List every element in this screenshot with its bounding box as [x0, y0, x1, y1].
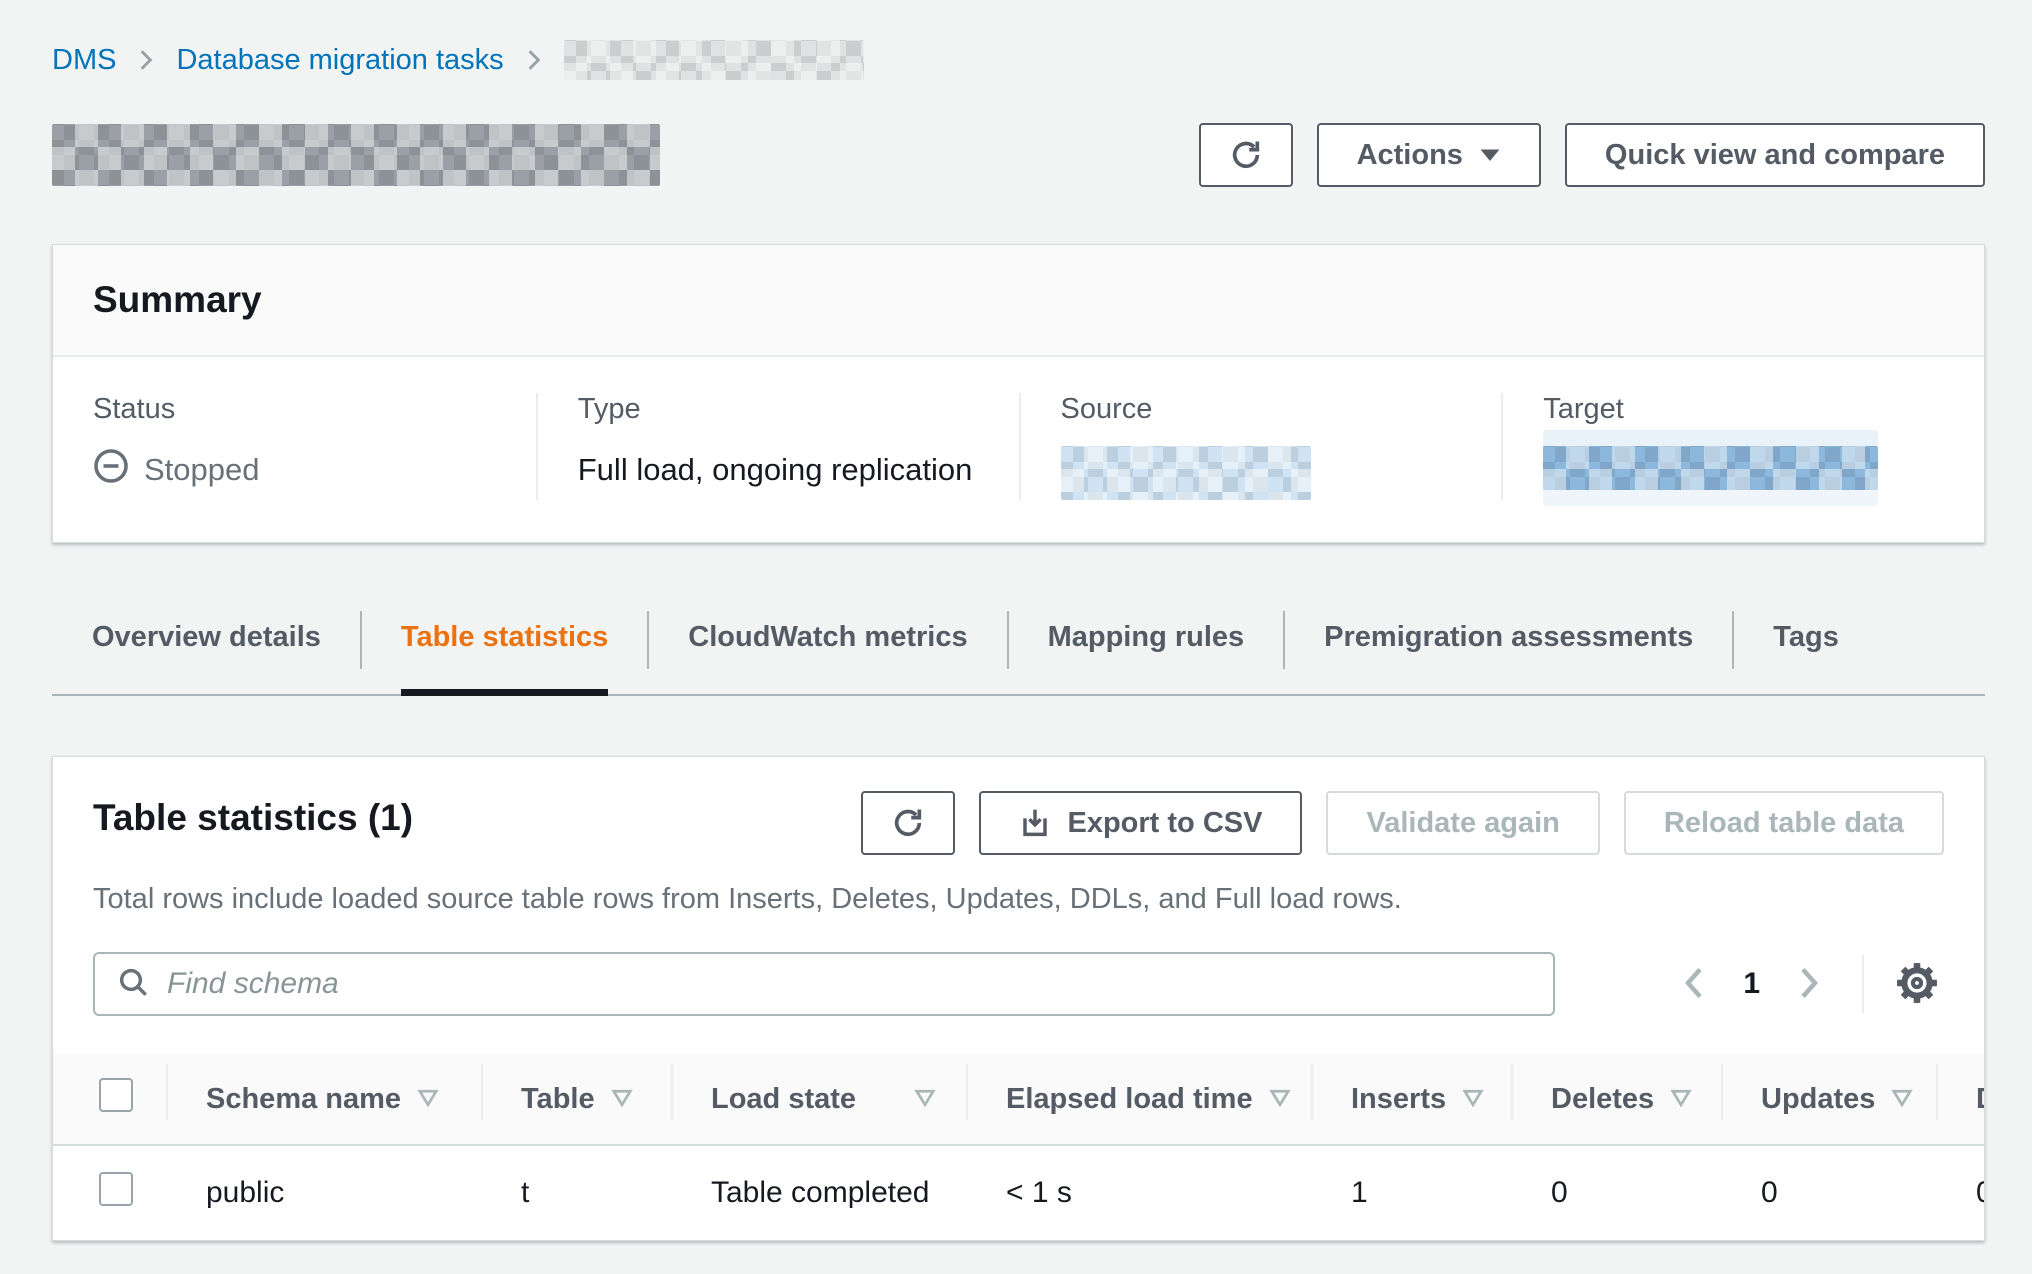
breadcrumb-link-dms[interactable]: DMS: [52, 44, 116, 77]
table-statistics-title: Table statistics (1): [93, 797, 413, 839]
tab-mapping-rules[interactable]: Mapping rules: [1008, 607, 1285, 694]
source-value-redacted[interactable]: [1061, 446, 1311, 500]
breadcrumb-chevron-icon: [524, 48, 544, 72]
cell-load-state: Table completed: [671, 1145, 966, 1240]
summary-field-source: Source: [1019, 393, 1502, 500]
dms-task-page: DMS Database migration tasks Actions: [0, 0, 2032, 1274]
cell-elapsed-load-time: < 1 s: [966, 1145, 1311, 1240]
column-header-elapsed-load-time[interactable]: Elapsed load time: [966, 1054, 1311, 1145]
next-page-button[interactable]: [1786, 959, 1832, 1010]
export-to-csv-button[interactable]: Export to CSV: [979, 791, 1302, 855]
sort-icon[interactable]: [611, 1082, 633, 1115]
cell-updates: 0: [1721, 1145, 1936, 1240]
next-page-icon: [1796, 965, 1822, 1004]
table-statistics-buttons: Export to CSV Validate again Reload tabl…: [861, 791, 1944, 855]
cell-deletes: 0: [1511, 1145, 1721, 1240]
target-value-redacted[interactable]: [1543, 446, 1878, 490]
column-header-table[interactable]: Table: [481, 1054, 671, 1145]
table-toolbar: 1: [53, 952, 1984, 1016]
column-label: Schema name: [206, 1083, 401, 1115]
export-icon: [1019, 807, 1051, 839]
tab-table-statistics[interactable]: Table statistics: [361, 607, 648, 694]
settings-gear-icon: [1894, 960, 1940, 1009]
table-preferences-button[interactable]: [1890, 956, 1944, 1013]
tab-premigration-assessments[interactable]: Premigration assessments: [1284, 607, 1733, 694]
schema-search-box: [93, 952, 1555, 1016]
page-header: Actions Quick view and compare: [52, 122, 1985, 188]
summary-field-type: Type Full load, ongoing replication: [536, 393, 1019, 500]
source-label: Source: [1061, 393, 1462, 426]
search-icon: [117, 966, 149, 1003]
tab-overview-details[interactable]: Overview details: [52, 607, 361, 694]
breadcrumb: DMS Database migration tasks: [52, 0, 1985, 80]
column-label: Table: [521, 1083, 595, 1115]
column-header-deletes[interactable]: Deletes: [1511, 1054, 1721, 1145]
refresh-icon: [891, 806, 925, 840]
row-checkbox[interactable]: [99, 1172, 133, 1206]
search-input[interactable]: [165, 966, 1531, 1002]
table-header-row: Schema name Table Load state Elapsed loa…: [53, 1054, 1985, 1145]
column-header-schema-name[interactable]: Schema name: [166, 1054, 481, 1145]
caret-down-icon: [1479, 147, 1501, 163]
status-value: Stopped: [144, 452, 260, 488]
current-page-number: 1: [1717, 967, 1786, 1001]
select-all-checkbox[interactable]: [99, 1078, 133, 1112]
sort-icon[interactable]: [417, 1082, 439, 1115]
quick-view-compare-button[interactable]: Quick view and compare: [1565, 123, 1985, 187]
export-to-csv-label: Export to CSV: [1067, 807, 1262, 840]
type-value: Full load, ongoing replication: [578, 446, 979, 494]
summary-body: Status Stopped Type Full load, ongoing r…: [53, 357, 1984, 542]
previous-page-button[interactable]: [1671, 959, 1717, 1010]
task-detail-tabs: Overview details Table statistics CloudW…: [52, 607, 1985, 696]
sort-icon[interactable]: [1462, 1082, 1484, 1115]
column-header-clipped[interactable]: D: [1936, 1054, 1985, 1145]
sort-icon[interactable]: [1670, 1082, 1692, 1115]
page-title-redacted: [52, 124, 660, 186]
stopped-status-icon: [93, 448, 129, 492]
pagination: 1: [1671, 955, 1944, 1013]
cell-schema-name: public: [166, 1145, 481, 1240]
summary-field-status: Status Stopped: [53, 393, 536, 500]
table-statistics-card: Table statistics (1) Export to CSV Valid…: [52, 756, 1985, 1241]
column-header-load-state[interactable]: Load state: [671, 1054, 966, 1145]
breadcrumb-link-tasks[interactable]: Database migration tasks: [176, 44, 503, 77]
column-label: Updates: [1761, 1083, 1875, 1115]
previous-page-icon: [1681, 965, 1707, 1004]
summary-field-target: Target: [1501, 393, 1984, 500]
pagination-divider: [1862, 955, 1864, 1013]
column-label: D: [1976, 1083, 1985, 1115]
column-label: Elapsed load time: [1006, 1083, 1253, 1115]
validate-again-button[interactable]: Validate again: [1326, 791, 1599, 855]
tab-cloudwatch-metrics[interactable]: CloudWatch metrics: [648, 607, 1007, 694]
column-label: Deletes: [1551, 1083, 1654, 1115]
type-label: Type: [578, 393, 979, 426]
table-statistics-table: Schema name Table Load state Elapsed loa…: [53, 1054, 1985, 1240]
status-label: Status: [93, 393, 496, 426]
actions-button[interactable]: Actions: [1317, 123, 1541, 187]
cell-inserts: 1: [1311, 1145, 1511, 1240]
column-header-inserts[interactable]: Inserts: [1311, 1054, 1511, 1145]
refresh-button[interactable]: [1199, 123, 1293, 187]
breadcrumb-chevron-icon: [136, 48, 156, 72]
table-statistics-description: Total rows include loaded source table r…: [93, 883, 1944, 916]
column-label: Load state: [711, 1083, 856, 1115]
column-label: Inserts: [1351, 1083, 1446, 1115]
breadcrumb-current-redacted: [564, 40, 864, 80]
cell-clipped: 0: [1936, 1145, 1985, 1240]
reload-table-data-button[interactable]: Reload table data: [1624, 791, 1944, 855]
header-buttons: Actions Quick view and compare: [1199, 123, 1985, 187]
sort-icon[interactable]: [1269, 1082, 1291, 1115]
summary-card: Summary Status Stopped Type Full load, o…: [52, 244, 1985, 543]
summary-title: Summary: [53, 245, 1984, 357]
refresh-icon: [1229, 138, 1263, 172]
sort-icon[interactable]: [914, 1082, 936, 1115]
cell-table: t: [481, 1145, 671, 1240]
table-row[interactable]: public t Table completed < 1 s 1 0 0 0: [53, 1145, 1985, 1240]
actions-button-label: Actions: [1357, 139, 1463, 172]
tab-tags[interactable]: Tags: [1733, 607, 1879, 694]
sort-icon[interactable]: [1891, 1082, 1913, 1115]
column-header-updates[interactable]: Updates: [1721, 1054, 1936, 1145]
target-label: Target: [1543, 393, 1944, 426]
table-refresh-button[interactable]: [861, 791, 955, 855]
